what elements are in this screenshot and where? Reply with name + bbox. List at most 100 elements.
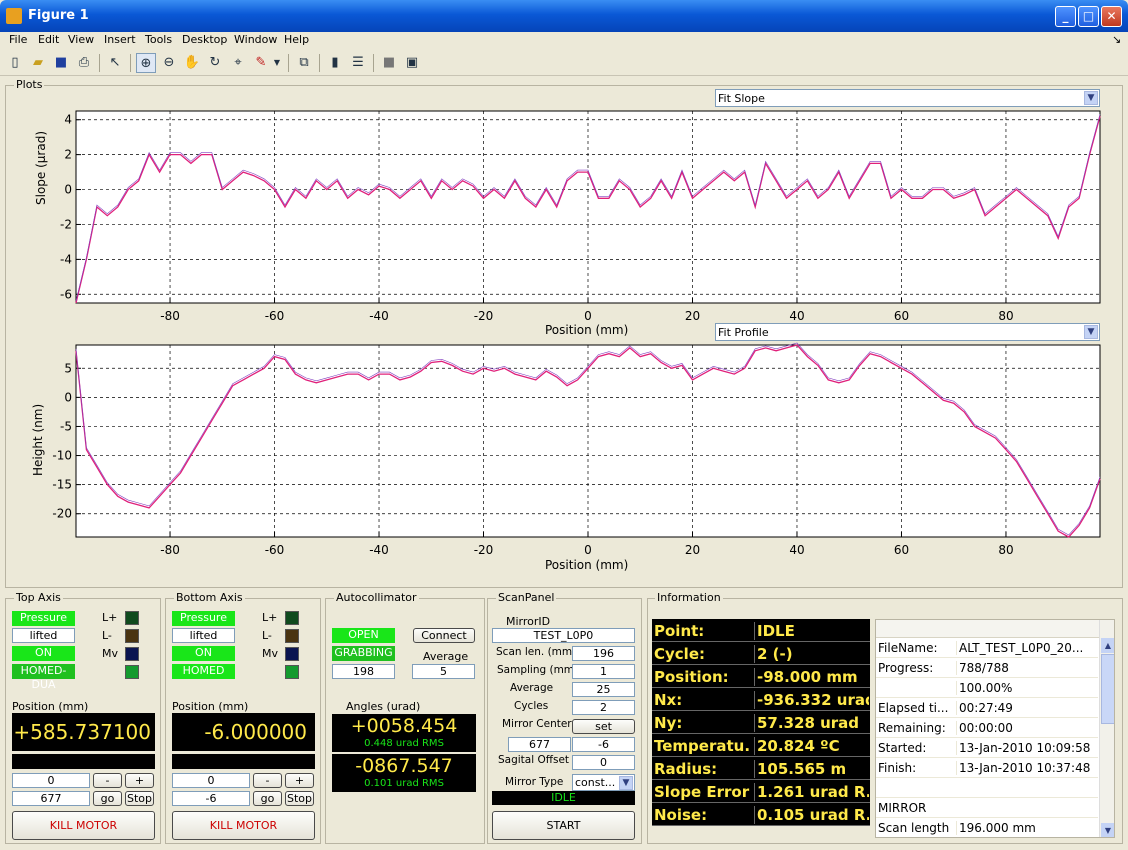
top-position-display: +585.737100 <box>12 713 155 751</box>
y-tick-label: 0 <box>64 183 72 197</box>
top-lplus-label: L+ <box>102 611 118 624</box>
top-homed-led <box>125 665 139 679</box>
info-key: Finish: <box>878 761 917 775</box>
top-kill-motor-button[interactable]: KILL MOTOR <box>12 811 155 840</box>
slope-xlabel: Position (mm) <box>545 323 629 337</box>
top-step-input[interactable]: 0 <box>12 773 90 788</box>
status-value: 0.105 urad R... <box>754 806 869 824</box>
angle2-value: -0867.547 <box>355 755 453 777</box>
y-tick-label: -2 <box>60 217 72 231</box>
bottom-plus-button[interactable]: + <box>285 773 314 788</box>
status-row: Noise: 0.105 urad R... <box>652 803 870 826</box>
center-x-input[interactable]: 677 <box>508 737 571 752</box>
sagital-offset-input[interactable]: 0 <box>572 755 635 770</box>
top-position-label: Position (mm) <box>12 700 89 713</box>
scan-panel-label: ScanPanel <box>496 591 557 604</box>
scroll-down-arrow-icon[interactable]: ▼ <box>1101 823 1114 837</box>
x-tick-label: 40 <box>789 543 804 557</box>
info-row: Started: 13-Jan-2010 10:09:58 <box>876 738 1098 758</box>
connect-button[interactable]: Connect <box>413 628 475 643</box>
status-key: Temperatu... <box>654 737 750 755</box>
top-stop-button[interactable]: Stop <box>125 791 154 806</box>
bottom-minus-button[interactable]: - <box>253 773 282 788</box>
status-row: Temperatu...20.824 ºC <box>652 734 870 757</box>
status-row: Point: IDLE <box>652 619 870 642</box>
bottom-target-input[interactable]: -6 <box>172 791 250 806</box>
info-row: FileName: ALT_TEST_L0P0_20... <box>876 638 1098 658</box>
top-on-status: ON <box>12 646 75 661</box>
scroll-up-arrow-icon[interactable]: ▲ <box>1101 638 1114 653</box>
grabbing-status: GRABBING <box>332 646 395 661</box>
x-tick-label: 60 <box>894 543 909 557</box>
bottom-position-display: -6.000000 <box>172 713 315 751</box>
top-mv-label: Mv <box>102 647 119 660</box>
x-tick-label: -60 <box>265 309 285 323</box>
info-row: MIRROR <box>876 798 1098 818</box>
angle1-value: +0058.454 <box>350 715 458 737</box>
info-table-header <box>876 620 1114 638</box>
slope-axes: -80 -60 -40 -20 0 20 40 60 80420-2-4-6 <box>60 110 1101 323</box>
y-tick-label: -5 <box>60 419 72 433</box>
start-button[interactable]: START <box>492 811 635 840</box>
top-lifted-status: lifted <box>12 628 75 643</box>
status-key: Radius: <box>654 760 718 778</box>
sampling-label: Sampling (mm) <box>497 664 579 676</box>
average-input[interactable]: 5 <box>412 664 475 679</box>
center-y-input[interactable]: -6 <box>572 737 635 752</box>
mirror-type-value: const... <box>575 776 616 789</box>
info-key: Remaining: <box>878 721 946 735</box>
status-row: Radius: 105.565 m <box>652 757 870 780</box>
mirror-type-select[interactable]: const... ▼ <box>572 774 635 791</box>
x-tick-label: 80 <box>998 309 1013 323</box>
angle2-display: -0867.547 0.101 urad RMS <box>332 754 476 792</box>
status-row: Position: -98.000 mm <box>652 665 870 688</box>
cycles-label: Cycles <box>514 700 549 712</box>
set-center-button[interactable]: set <box>572 719 635 734</box>
info-value: 196.000 mm <box>956 821 1098 835</box>
bottom-go-button[interactable]: go <box>253 791 282 806</box>
chevron-down-icon[interactable]: ▼ <box>1084 325 1098 339</box>
bottom-step-input[interactable]: 0 <box>172 773 250 788</box>
angle1-rms: 0.448 urad RMS <box>364 738 444 749</box>
scan-average-input[interactable]: 25 <box>572 682 635 697</box>
bottom-kill-motor-button[interactable]: KILL MOTOR <box>172 811 315 840</box>
cycles-input[interactable]: 2 <box>572 700 635 715</box>
x-tick-label: 20 <box>685 309 700 323</box>
angle2-rms: 0.101 urad RMS <box>364 778 444 789</box>
y-tick-label: -15 <box>52 478 72 492</box>
x-tick-label: 40 <box>789 309 804 323</box>
info-row: 100.00% <box>876 678 1098 698</box>
angle1-display: +0058.454 0.448 urad RMS <box>332 714 476 752</box>
info-key: Scan length <box>878 821 950 835</box>
sagital-offset-label: Sagital Offset <box>498 754 570 766</box>
info-table-scrollbar[interactable]: ▲ ▼ <box>1099 620 1114 837</box>
info-key: MIRROR <box>878 801 927 815</box>
bottom-homed-led <box>285 665 299 679</box>
top-go-button[interactable]: go <box>93 791 122 806</box>
top-minus-button[interactable]: - <box>93 773 122 788</box>
status-table: Point: IDLE Cycle: 2 (-) Position: -98.000 mm… <box>652 619 870 826</box>
slope-ylabel: Slope (µrad) <box>34 130 48 205</box>
mirror-id-input[interactable]: TEST_L0P0 <box>492 628 635 643</box>
info-key: Started: <box>878 741 927 755</box>
height-axes: -80 -60 -40 -20 0 20 40 60 80 5 0 -5 -10 -15 -20 <box>52 342 1101 557</box>
scroll-thumb[interactable] <box>1101 654 1114 724</box>
bottom-axis-label: Bottom Axis <box>174 591 245 604</box>
chevron-down-icon[interactable]: ▼ <box>619 776 633 790</box>
scan-length-input[interactable]: 196 <box>572 646 635 661</box>
top-lminus-label: L- <box>102 629 112 642</box>
bottom-mv-label: Mv <box>262 647 279 660</box>
bottom-pressure-status: Pressure <box>172 611 235 626</box>
top-lminus-led <box>125 629 139 643</box>
sampling-input[interactable]: 1 <box>572 664 635 679</box>
top-plus-button[interactable]: + <box>125 773 154 788</box>
status-key: Ny: <box>654 714 683 732</box>
top-target-input[interactable]: 677 <box>12 791 90 806</box>
height-fit-dropdown[interactable]: Fit Profile ▼ <box>715 323 1100 341</box>
scan-length-label: Scan len. (mm) <box>496 646 577 658</box>
scan-state: IDLE <box>492 791 635 805</box>
mirror-type-label: Mirror Type <box>505 776 564 788</box>
x-tick-label: 0 <box>584 543 592 557</box>
bottom-stop-button[interactable]: Stop <box>285 791 314 806</box>
status-row: Ny: 57.328 urad <box>652 711 870 734</box>
